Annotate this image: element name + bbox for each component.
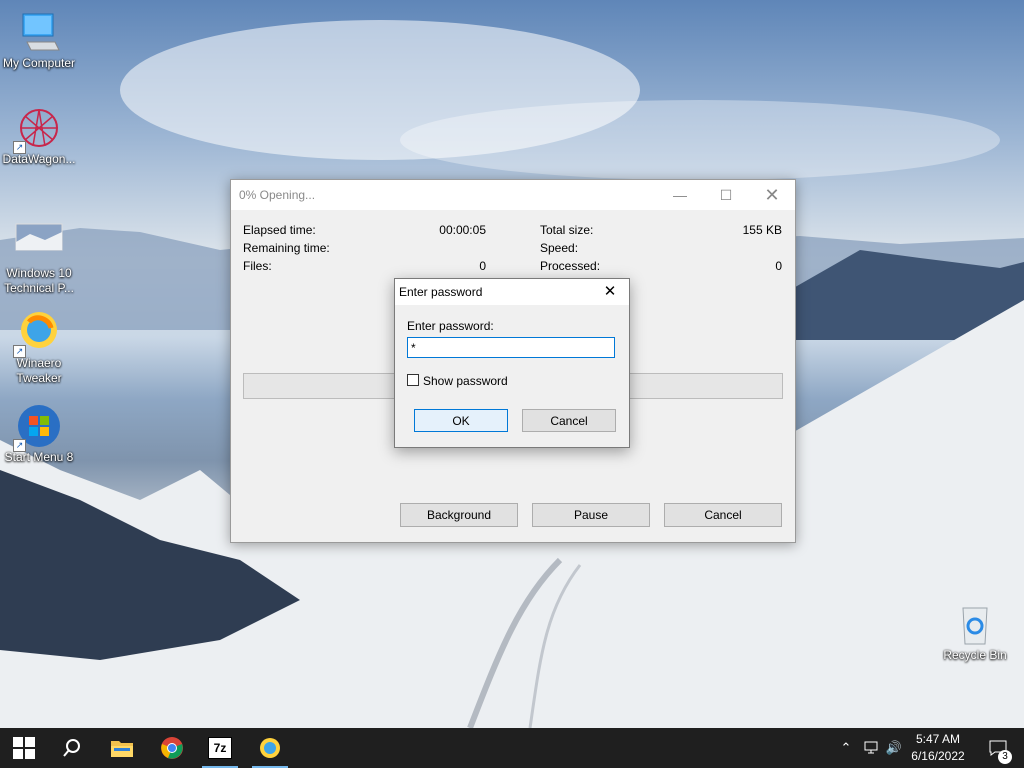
desktop-icon-my-computer[interactable]: My Computer [0, 10, 78, 71]
pause-button[interactable]: Pause [532, 503, 650, 527]
clock-date: 6/16/2022 [911, 749, 965, 763]
total-size-value: 155 KB [742, 223, 782, 237]
search-icon[interactable] [48, 728, 96, 768]
notification-count-badge: 3 [998, 750, 1012, 764]
files-value: 0 [479, 259, 486, 273]
chevron-up-icon[interactable]: ⌃ [836, 728, 856, 768]
network-icon[interactable] [860, 728, 882, 768]
recycle-bin-icon [951, 602, 999, 648]
volume-icon[interactable]: 🔊 [884, 728, 904, 768]
show-password-label[interactable]: Show password [423, 374, 508, 388]
desktop-icon-windows10-technical[interactable]: Windows 10 Technical P... [0, 220, 78, 296]
winaero-icon[interactable] [246, 728, 294, 768]
cancel-button[interactable]: Cancel [522, 409, 616, 432]
monitor-icon [15, 10, 63, 56]
desktop-icon-datawagon[interactable]: ↗ DataWagon... [0, 106, 78, 167]
background-button[interactable]: Background [400, 503, 518, 527]
start-icon[interactable] [0, 728, 48, 768]
processed-value: 0 [775, 259, 782, 273]
desktop-icon-winaero-tweaker[interactable]: ↗ Winaero Tweaker [0, 310, 78, 386]
desktop-icon-start-menu-8[interactable]: ↗ Start Menu 8 [0, 404, 78, 465]
close-icon[interactable]: ✕ [749, 180, 795, 210]
progress-window-titlebar[interactable]: 0% Opening... — ☐ ✕ [231, 180, 795, 210]
7zip-icon[interactable]: 7z [196, 728, 244, 768]
elapsed-time-label: Elapsed time: [243, 223, 316, 237]
speed-label: Speed: [540, 241, 579, 255]
password-field-label: Enter password: [407, 319, 494, 333]
clock[interactable]: 5:47 AM 6/16/2022 [902, 731, 974, 765]
minimize-icon[interactable]: — [657, 180, 703, 210]
password-dialog-title: Enter password [399, 285, 483, 299]
total-size-label: Total size: [540, 223, 594, 237]
action-center-icon[interactable]: 3 [978, 728, 1018, 768]
taskbar: 7z ⌃ 🔊 5:47 AM 6/16/2022 3 [0, 728, 1024, 768]
password-dialog-titlebar[interactable]: Enter password ✕ [395, 279, 629, 305]
close-icon[interactable]: ✕ [595, 281, 625, 303]
password-input[interactable]: * [407, 337, 615, 358]
show-password-checkbox[interactable] [407, 374, 419, 386]
maximize-icon[interactable]: ☐ [703, 180, 749, 210]
ok-button[interactable]: OK [414, 409, 508, 432]
file-explorer-icon[interactable] [98, 728, 146, 768]
progress-window-title: 0% Opening... [239, 188, 316, 202]
elapsed-time-value: 00:00:05 [439, 223, 486, 237]
password-dialog: Enter password ✕ Enter password: * Show … [394, 278, 630, 448]
progress-cancel-button[interactable]: Cancel [664, 503, 782, 527]
clock-time: 5:47 AM [915, 732, 961, 746]
start-menu-8-icon: ↗ [13, 404, 63, 452]
image-thumbnail-icon [15, 220, 63, 266]
chrome-icon[interactable] [148, 728, 196, 768]
remaining-time-label: Remaining time: [243, 241, 330, 255]
files-label: Files: [243, 259, 272, 273]
datawagon-icon: ↗ [13, 106, 63, 154]
winaero-icon: ↗ [13, 310, 63, 358]
desktop-icon-recycle-bin[interactable]: Recycle Bin [936, 602, 1014, 663]
processed-label: Processed: [540, 259, 601, 273]
